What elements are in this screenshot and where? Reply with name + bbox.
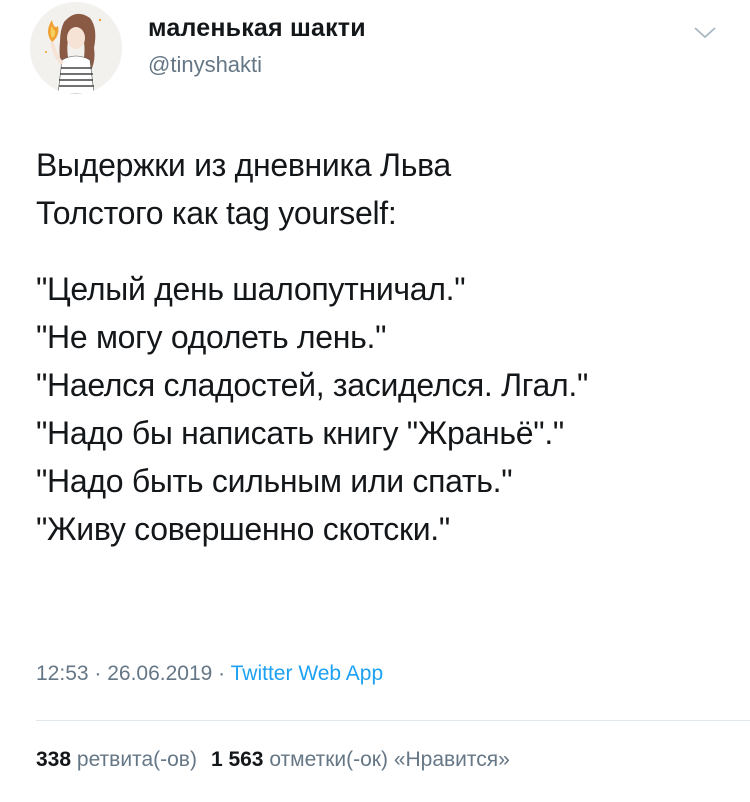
- tweet-meta: 12:53 · 26.06.2019 · Twitter Web App: [36, 662, 383, 686]
- user-handle[interactable]: @tinyshakti: [148, 52, 262, 78]
- likes-label: отметки(-ок) «Нравится»: [269, 748, 510, 771]
- likes-stat[interactable]: 1 563 отметки(-ок) «Нравится»: [211, 748, 510, 771]
- quote-line: "Целый день шалопутничал.": [36, 271, 466, 307]
- retweets-stat[interactable]: 338 ретвита(-ов): [36, 748, 197, 771]
- quote-line: "Не могу одолеть лень.": [36, 319, 387, 355]
- retweets-label: ретвита(-ов): [76, 748, 197, 771]
- tweet-line: Выдержки из дневника Льва: [36, 147, 451, 183]
- quote-line: "Живу совершенно скотски.": [36, 511, 450, 547]
- retweets-count: 338: [36, 748, 72, 771]
- tweet-stats: 338 ретвита(-ов) 1 563 отметки(-ок) «Нрав…: [36, 748, 510, 772]
- quote-line: "Надо быть сильным или спать.": [36, 463, 513, 499]
- chevron-down-icon[interactable]: [692, 22, 718, 42]
- tweet-line: Толстого как tag yourself:: [36, 195, 397, 231]
- tweet-time[interactable]: 12:53: [36, 662, 89, 685]
- display-name[interactable]: маленькая шакти: [148, 14, 366, 43]
- quote-line: "Наелся сладостей, засиделся. Лгал.": [36, 367, 588, 403]
- avatar-illustration-icon: [30, 2, 122, 94]
- tweet-header: маленькая шакти @tinyshakti: [0, 0, 750, 110]
- likes-count: 1 563: [210, 748, 264, 771]
- divider: [36, 720, 750, 721]
- tweet-source-link[interactable]: Twitter Web App: [231, 662, 384, 685]
- avatar[interactable]: [30, 2, 122, 94]
- tweet-date[interactable]: 26.06.2019: [107, 662, 212, 685]
- meta-separator: ·: [212, 662, 231, 685]
- meta-separator: ·: [88, 662, 108, 685]
- quote-line: "Надо бы написать книгу "Жраньё".": [36, 415, 564, 451]
- tweet-text: Выдержки из дневника Льва Толстого как t…: [36, 141, 726, 553]
